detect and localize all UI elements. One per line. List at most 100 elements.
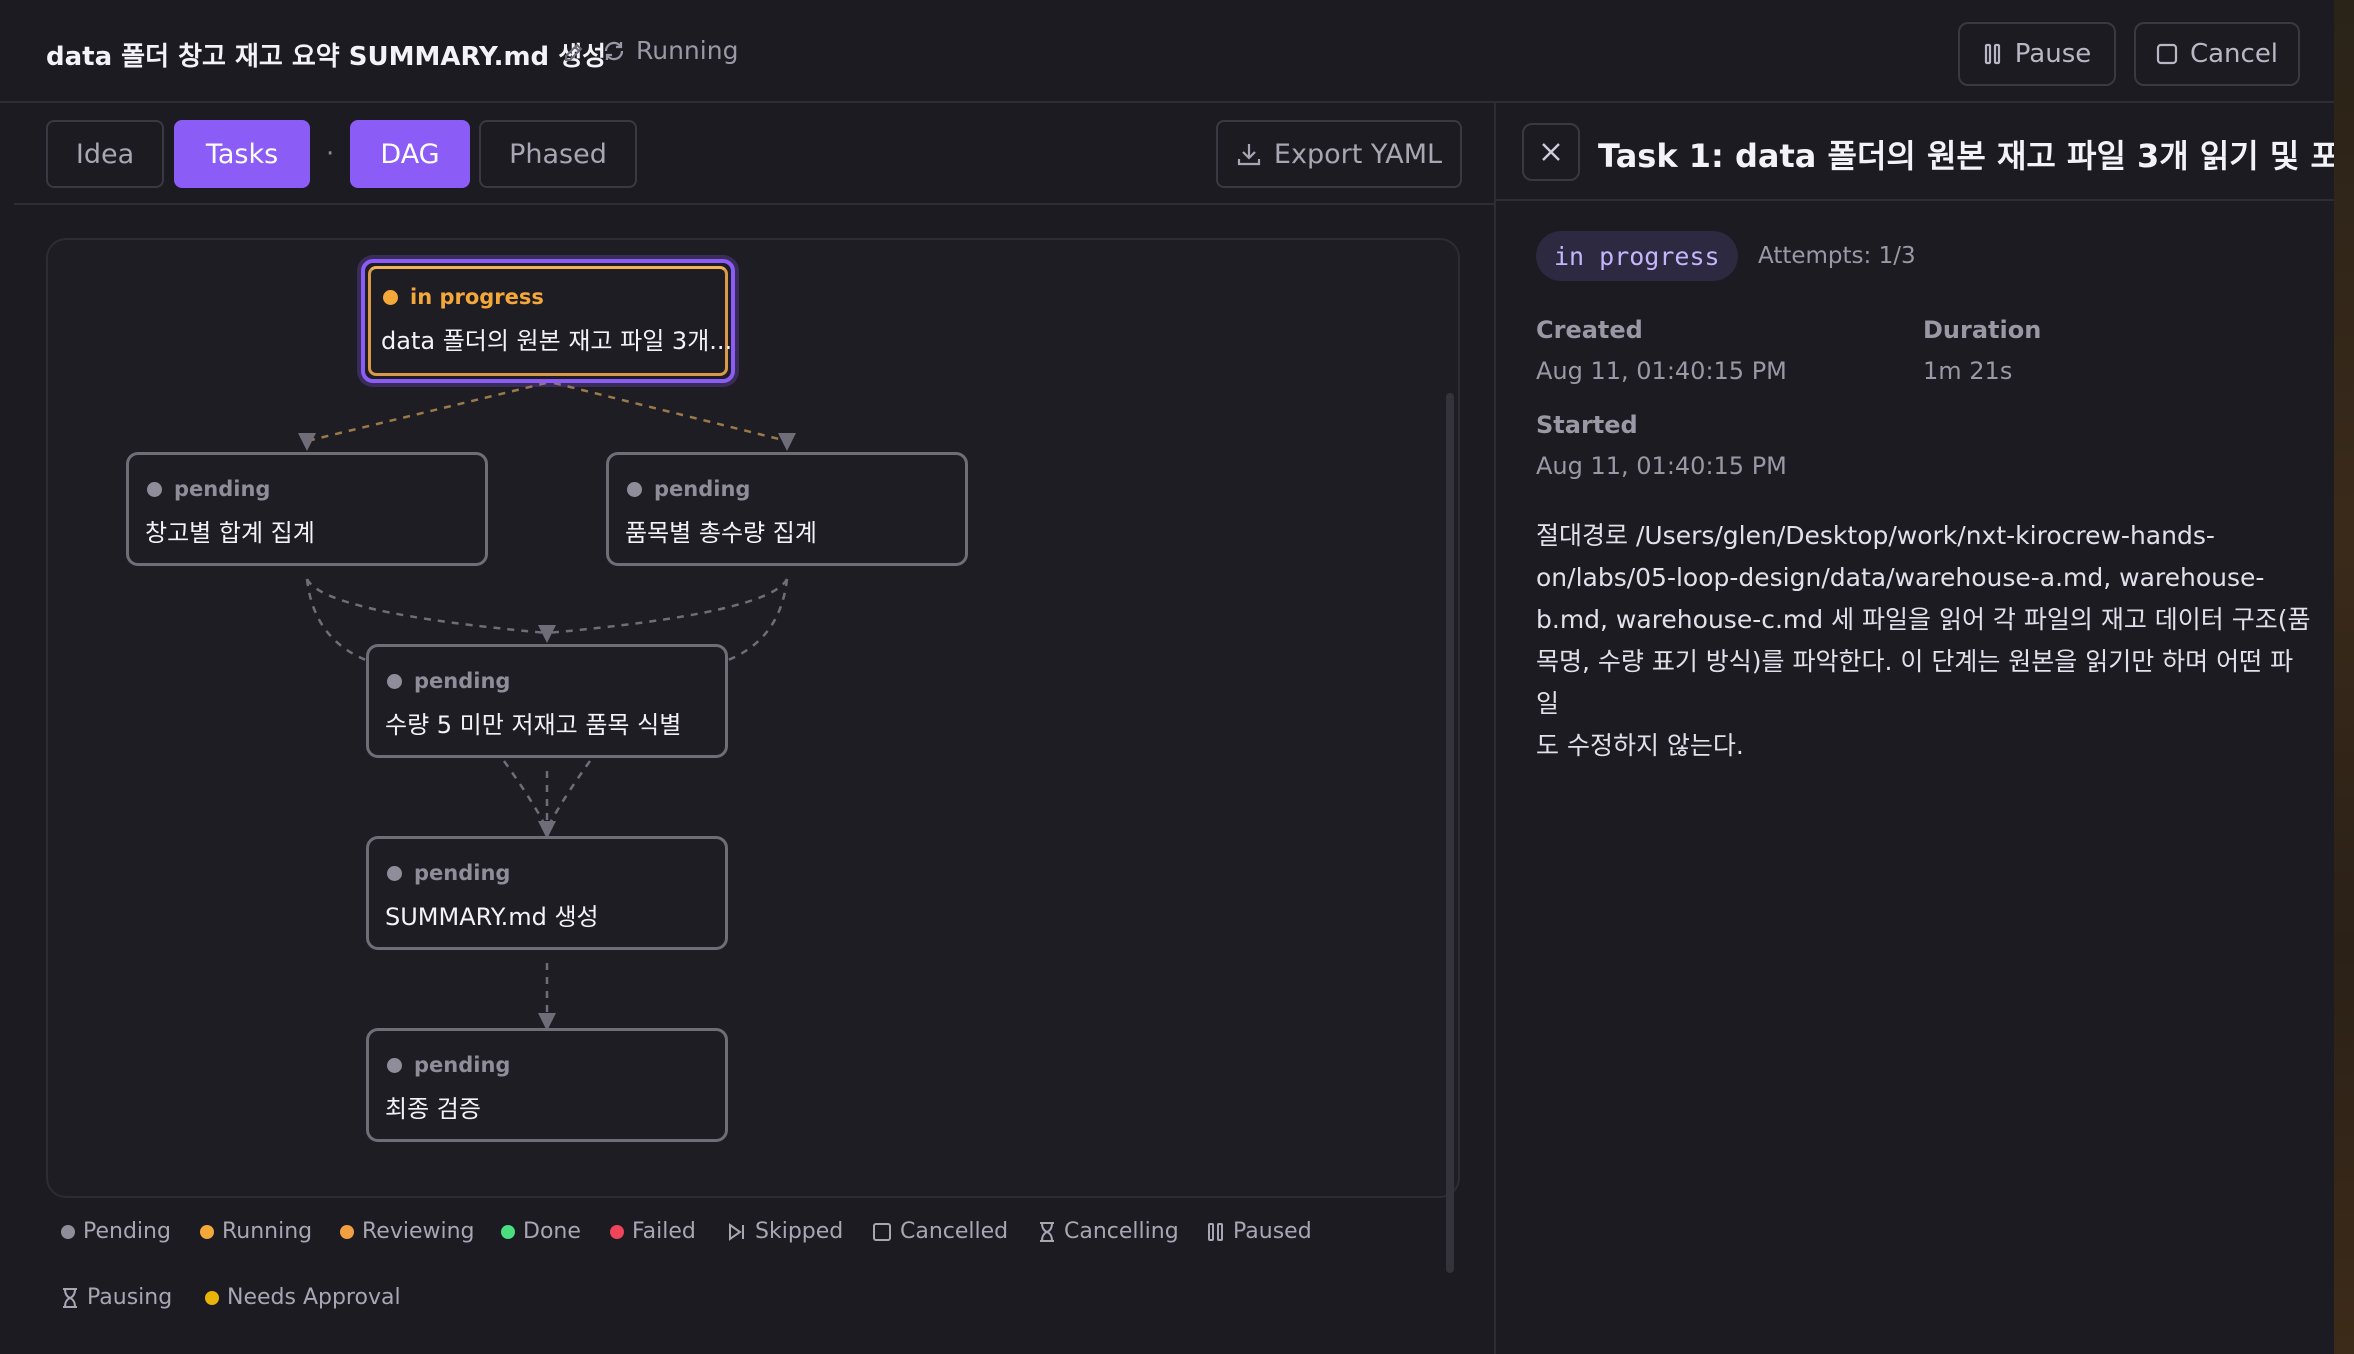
legend-label: Done xyxy=(523,1219,581,1244)
duration-label: Duration xyxy=(1923,316,2042,344)
node-status-label: pending xyxy=(414,861,511,885)
legend-cancelling: Cancelling xyxy=(1038,1219,1179,1244)
description-line: 도 수정하지 않는다. xyxy=(1536,731,1744,760)
dag-node-task-5[interactable]: pending SUMMARY.md 생성 xyxy=(366,836,728,950)
export-yaml-label: Export YAML xyxy=(1273,138,1443,170)
legend-label: Failed xyxy=(632,1219,696,1244)
tab-idea[interactable]: Idea xyxy=(46,120,164,188)
node-status-label: pending xyxy=(414,669,511,693)
legend-running: Running xyxy=(200,1219,312,1244)
node-status: pending xyxy=(387,1053,510,1077)
export-yaml-button[interactable]: Export YAML xyxy=(1216,120,1462,188)
node-status-label: pending xyxy=(654,477,751,501)
node-status-label: pending xyxy=(174,477,271,501)
cancel-label: Cancel xyxy=(2189,39,2279,69)
node-label: data 폴더의 원본 재고 파일 3개... xyxy=(381,327,733,355)
tab-dag[interactable]: DAG xyxy=(350,120,470,188)
app-window: data 폴더 창고 재고 요약 SUMMARY.md 생성 Running P… xyxy=(0,0,2354,1354)
legend-label: Paused xyxy=(1233,1219,1312,1244)
pencil-icon[interactable] xyxy=(562,40,586,64)
legend-label: Cancelling xyxy=(1064,1219,1179,1244)
dot-icon xyxy=(61,1224,75,1239)
node-status-label: in progress xyxy=(410,285,544,309)
hourglass-icon xyxy=(1040,1221,1054,1242)
legend-label: Skipped xyxy=(755,1219,844,1244)
task-title: Task 1: data 폴더의 원본 재고 파일 3개 읽기 및 포맷 ... xyxy=(1598,137,2354,175)
run-status-label: Running xyxy=(636,36,739,65)
toolbar-divider xyxy=(14,203,1494,205)
legend-label: Running xyxy=(222,1219,313,1244)
legend-skipped: Skipped xyxy=(727,1219,843,1244)
tab-phased-label: Phased xyxy=(509,138,607,170)
status-dot-icon xyxy=(387,1057,402,1073)
dot-icon xyxy=(501,1224,515,1239)
dag-panel: Idea Tasks · DAG Phased Export YAML in p… xyxy=(14,103,1494,1354)
legend-paused: Paused xyxy=(1207,1219,1312,1244)
pause-icon xyxy=(1984,43,2000,65)
tab-tasks-label: Tasks xyxy=(205,138,279,170)
square-icon xyxy=(873,1222,891,1241)
legend-failed: Failed xyxy=(610,1219,696,1244)
tab-dag-label: DAG xyxy=(380,138,440,170)
started-value: Aug 11, 01:40:15 PM xyxy=(1536,452,1787,480)
pause-icon xyxy=(1208,1222,1223,1241)
dag-node-task-4[interactable]: pending 수량 5 미만 저재고 품목 식별 xyxy=(366,644,728,758)
status-badge: in progress xyxy=(1536,231,1738,281)
node-label: 품목별 총수량 집계 xyxy=(625,519,817,547)
description-line: b.md, warehouse-c.md 세 파일을 읽어 각 파일의 재고 데… xyxy=(1536,605,2311,634)
close-button[interactable] xyxy=(1522,123,1580,181)
dot-icon xyxy=(340,1224,354,1239)
node-status: pending xyxy=(387,669,510,693)
tab-tasks[interactable]: Tasks xyxy=(174,120,310,188)
task-detail-panel: Task 1: data 폴더의 원본 재고 파일 3개 읽기 및 포맷 ...… xyxy=(1494,103,2354,1354)
refresh-icon xyxy=(604,41,624,60)
dag-canvas[interactable] xyxy=(46,238,1460,1198)
dot-icon xyxy=(205,1290,219,1305)
download-icon xyxy=(1237,144,1261,166)
legend-reviewing: Reviewing xyxy=(340,1219,475,1244)
legend-label: Pausing xyxy=(87,1285,173,1310)
legend-done: Done xyxy=(501,1219,581,1244)
legend-label: Needs Approval xyxy=(227,1285,401,1310)
dot-icon xyxy=(200,1224,214,1239)
pause-button[interactable]: Pause xyxy=(1958,22,2116,86)
description-line: 목명, 수량 표기 방식)를 파악한다. 이 단계는 원본을 읽기만 하며 어떤… xyxy=(1536,647,2294,718)
skip-icon xyxy=(729,1222,744,1241)
tab-idea-label: Idea xyxy=(75,138,135,170)
description-line: on/labs/05-loop-design/data/warehouse-a.… xyxy=(1536,563,2265,592)
legend-pausing: Pausing xyxy=(61,1285,172,1310)
legend-cancelled: Cancelled xyxy=(872,1219,1008,1244)
created-label: Created xyxy=(1536,316,1643,344)
cancel-button[interactable]: Cancel xyxy=(2134,22,2300,86)
desktop-background-edge xyxy=(2334,0,2354,1354)
dag-node-task-2[interactable]: pending 창고별 합계 집계 xyxy=(126,452,488,566)
node-status: in progress xyxy=(383,285,544,309)
dot-icon xyxy=(610,1224,624,1239)
hourglass-icon xyxy=(63,1287,77,1308)
duration-value: 1m 21s xyxy=(1923,357,2013,385)
node-label: SUMMARY.md 생성 xyxy=(385,903,599,931)
legend-label: Pending xyxy=(83,1219,171,1244)
started-label: Started xyxy=(1536,411,1638,439)
dag-node-task-3[interactable]: pending 품목별 총수량 집계 xyxy=(606,452,968,566)
dag-node-task-6[interactable]: pending 최종 검증 xyxy=(366,1028,728,1142)
legend-pending: Pending xyxy=(61,1219,171,1244)
node-status: pending xyxy=(627,477,750,501)
legend-label: Cancelled xyxy=(900,1219,1009,1244)
dag-node-task-1[interactable]: in progress data 폴더의 원본 재고 파일 3개... xyxy=(361,259,735,383)
attempts-count: Attempts: 1/3 xyxy=(1758,243,1916,269)
node-label: 수량 5 미만 저재고 품목 식별 xyxy=(385,711,682,739)
created-value: Aug 11, 01:40:15 PM xyxy=(1536,357,1787,385)
canvas-scrollbar[interactable] xyxy=(1446,393,1454,1273)
status-dot-icon xyxy=(387,865,402,881)
node-status: pending xyxy=(387,861,510,885)
status-dot-icon xyxy=(383,289,398,305)
node-status-label: pending xyxy=(414,1053,511,1077)
pause-label: Pause xyxy=(2014,39,2092,69)
close-icon xyxy=(1542,143,1560,161)
status-dot-icon xyxy=(147,481,162,497)
square-icon xyxy=(2156,43,2178,65)
legend-label: Reviewing xyxy=(362,1219,475,1244)
header: data 폴더 창고 재고 요약 SUMMARY.md 생성 Running P… xyxy=(0,0,2334,103)
tab-phased[interactable]: Phased xyxy=(479,120,637,188)
